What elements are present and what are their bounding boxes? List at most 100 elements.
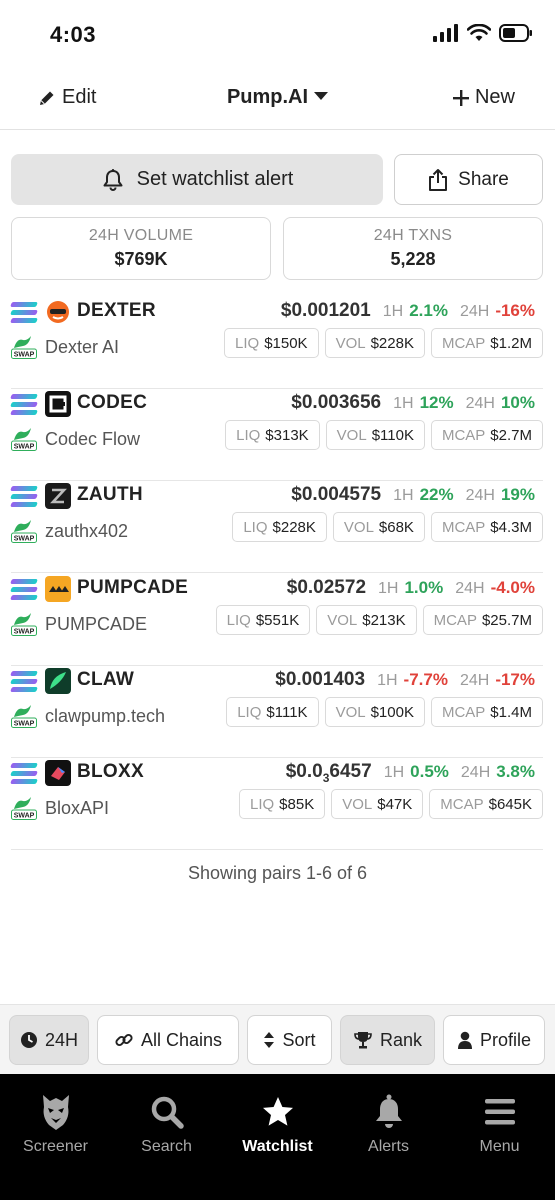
svg-text:SWAP: SWAP <box>14 629 35 636</box>
volume-chip: VOL $47K <box>331 789 424 819</box>
txns-stat-value: 5,228 <box>390 249 436 269</box>
pair-row-bloxx[interactable]: BLOXX $0.036457 1H 0.5% 24H 3.8% SWAP Bl… <box>10 758 543 850</box>
pair-row-claw[interactable]: CLAW $0.001403 1H -7.7% 24H -17% SWAP cl… <box>10 666 543 758</box>
mcap-chip: MCAP $2.7M <box>430 420 543 450</box>
chains-filter-button[interactable]: All Chains <box>97 1015 239 1065</box>
trophy-icon <box>354 1032 372 1049</box>
volume-stat-card: 24H VOLUME $769K <box>11 217 271 280</box>
pair-row-zauth[interactable]: ZAUTH $0.004575 1H 22% 24H 19% SWAP zaut… <box>10 481 543 573</box>
token-symbol: CLAW <box>77 669 135 690</box>
change-24h-value: 10% <box>500 393 535 412</box>
volume-chip: VOL $68K <box>332 512 425 542</box>
liquidity-chip: LIQ $228K <box>232 512 327 542</box>
bell-icon <box>103 168 123 191</box>
price-block: $0.001201 1H 2.1% 24H -16% <box>281 300 541 322</box>
change-24h-label: 24H <box>459 303 490 320</box>
sort-icon <box>264 1032 275 1048</box>
change-24h-label: 24H <box>465 395 495 412</box>
wifi-icon <box>467 24 491 41</box>
timeframe-button[interactable]: 24H <box>9 1015 89 1065</box>
token-price: $0.003656 <box>291 392 382 413</box>
tab-search[interactable]: Search <box>111 1092 222 1156</box>
tab-watchlist-label: Watchlist <box>242 1138 313 1155</box>
change-1h-value: 2.1% <box>409 301 448 320</box>
solana-chain-icon <box>10 394 38 416</box>
swap-dex-icon: SWAP <box>11 520 37 543</box>
token-name: BloxAPI <box>45 798 110 818</box>
token-symbol: DEXTER <box>77 300 156 321</box>
liquidity-chip: LIQ $313K <box>225 420 320 450</box>
dexter-logo-icon <box>45 299 71 325</box>
solana-chain-icon <box>10 671 38 693</box>
token-name: Dexter AI <box>45 337 120 357</box>
txns-stat-card: 24H TXNS 5,228 <box>283 217 543 280</box>
change-1h-value: 12% <box>419 393 454 412</box>
set-watchlist-alert-button[interactable]: Set watchlist alert <box>11 154 383 205</box>
metrics-chips: LIQ $551K VOL $213K MCAP $25.7M <box>215 605 543 635</box>
tab-screener[interactable]: Screener <box>0 1092 111 1156</box>
profile-label: Profile <box>479 1029 532 1050</box>
swap-dex-icon: SWAP <box>11 705 37 728</box>
volume-stat-value: $769K <box>114 249 168 269</box>
claw-logo-icon <box>45 668 71 694</box>
volume-stat-label: 24H VOLUME <box>88 227 194 244</box>
user-icon <box>457 1031 472 1049</box>
rank-button[interactable]: Rank <box>340 1015 435 1065</box>
liquidity-chip: LIQ $111K <box>226 697 319 727</box>
swap-dex-icon: SWAP <box>11 428 37 451</box>
nav-header: Edit Pump.AI New <box>0 70 555 130</box>
liquidity-chip: LIQ $85K <box>238 789 326 819</box>
filter-bar: 24H All Chains Sort Rank Profile <box>0 1004 555 1074</box>
change-24h-label: 24H <box>455 580 485 597</box>
liquidity-chip: LIQ $551K <box>215 605 311 635</box>
tab-menu[interactable]: Menu <box>444 1092 555 1156</box>
mcap-chip: MCAP $645K <box>429 789 543 819</box>
new-watchlist-button[interactable]: New <box>452 86 515 109</box>
metrics-chips: LIQ $111K VOL $100K MCAP $1.4M <box>226 697 543 727</box>
metrics-chips: LIQ $85K VOL $47K MCAP $645K <box>238 789 543 819</box>
tab-watchlist[interactable]: Watchlist <box>222 1092 333 1156</box>
token-price: $0.001403 <box>275 669 366 690</box>
swap-dex-icon: SWAP <box>11 797 37 820</box>
share-label: Share <box>458 168 509 190</box>
volume-chip: VOL $228K <box>324 328 425 358</box>
bloxx-logo-icon <box>45 760 71 786</box>
pagination-summary: Showing pairs 1-6 of 6 <box>187 863 368 883</box>
share-button[interactable]: Share <box>394 154 543 205</box>
token-price: $0.004575 <box>291 484 382 505</box>
sort-button[interactable]: Sort <box>247 1015 332 1065</box>
change-1h-value: 0.5% <box>410 762 449 781</box>
tab-alerts[interactable]: Alerts <box>333 1092 444 1156</box>
screener-owl-icon <box>42 1095 69 1130</box>
share-icon <box>429 168 448 191</box>
rank-label: Rank <box>379 1029 423 1050</box>
caret-down-icon <box>314 92 329 100</box>
liquidity-chip: LIQ $150K <box>224 328 319 358</box>
plus-icon <box>452 89 469 106</box>
new-label: New <box>474 86 515 108</box>
clock-icon <box>20 1032 37 1048</box>
pair-row-codec[interactable]: CODEC $0.003656 1H 12% 24H 10% SWAP Code… <box>10 389 543 481</box>
link-icon <box>115 1033 133 1047</box>
change-1h-label: 1H <box>393 395 414 412</box>
change-24h-value: -17% <box>495 670 535 689</box>
change-1h-value: -7.7% <box>403 670 448 689</box>
token-price: $0.02572 <box>286 577 367 598</box>
profile-button[interactable]: Profile <box>443 1015 545 1065</box>
pair-row-pumpcade[interactable]: PUMPCADE $0.02572 1H 1.0% 24H -4.0% SWAP… <box>10 574 543 666</box>
volume-chip: VOL $100K <box>324 697 425 727</box>
tab-menu-label: Menu <box>479 1138 520 1155</box>
svg-text:SWAP: SWAP <box>14 536 35 543</box>
pair-row-dexter[interactable]: DEXTER $0.001201 1H 2.1% 24H -16% SWAP D… <box>10 297 543 389</box>
token-name: Codec Flow <box>45 429 141 449</box>
tab-search-label: Search <box>141 1138 192 1155</box>
change-24h-label: 24H <box>459 672 490 689</box>
status-icons <box>433 24 533 42</box>
price-block: $0.003656 1H 12% 24H 10% <box>291 392 541 414</box>
volume-chip: VOL $110K <box>325 420 425 450</box>
price-block: $0.036457 1H 0.5% 24H 3.8% <box>286 761 541 785</box>
swap-dex-icon: SWAP <box>11 613 37 636</box>
star-icon <box>262 1097 293 1126</box>
token-symbol: ZAUTH <box>77 484 143 505</box>
metrics-chips: LIQ $313K VOL $110K MCAP $2.7M <box>225 420 543 450</box>
